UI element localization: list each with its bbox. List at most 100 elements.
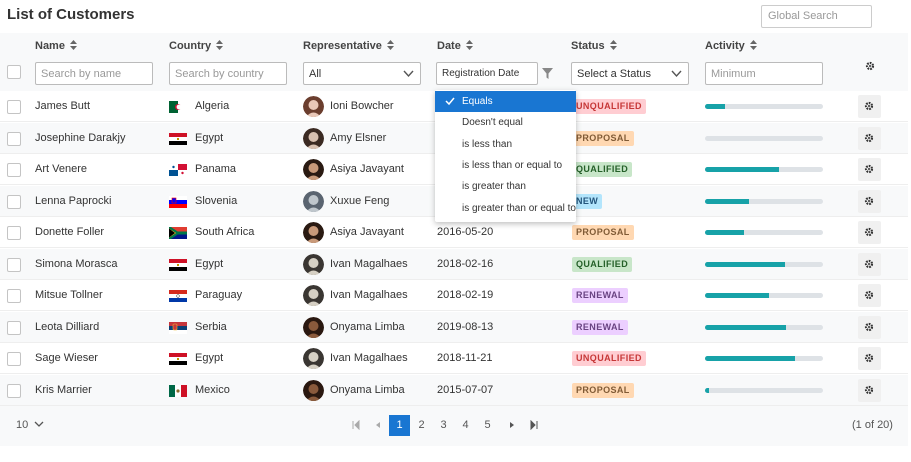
date-filter-input[interactable]: Registration Date: [436, 62, 538, 85]
row-settings-button[interactable]: [858, 378, 881, 402]
row-checkbox[interactable]: [7, 163, 21, 177]
match-mode-option[interactable]: is greater than or equal to: [435, 198, 576, 219]
name-filter-input[interactable]: Search by name: [35, 62, 153, 85]
row-settings-button[interactable]: [858, 95, 881, 118]
table-row[interactable]: Kris Marrier Mexico Onyama Limba 2015-07…: [0, 374, 908, 406]
row-settings-button[interactable]: [858, 252, 881, 276]
activity-progress-bar: [705, 230, 823, 235]
customer-country: Algeria: [195, 100, 230, 112]
gear-icon[interactable]: [865, 61, 875, 71]
page-button[interactable]: 5: [477, 415, 498, 436]
match-mode-option[interactable]: is less than: [435, 134, 576, 155]
representative-name: Amy Elsner: [330, 131, 387, 144]
row-settings-button[interactable]: [858, 284, 881, 307]
sort-icon: [465, 40, 473, 50]
row-settings-button[interactable]: [858, 221, 881, 244]
egypt-flag: [169, 132, 187, 145]
representative-avatar: [303, 159, 324, 180]
page-button[interactable]: 4: [455, 415, 476, 436]
column-header-status[interactable]: Status: [571, 40, 618, 52]
filter-icon[interactable]: [542, 68, 553, 79]
customer-country: Panama: [195, 163, 236, 175]
row-checkbox[interactable]: [7, 320, 21, 335]
representative-avatar: [303, 285, 324, 306]
activity-progress-bar: [705, 356, 823, 361]
status-badge: UNQUALIFIED: [572, 351, 646, 366]
column-header-country[interactable]: Country: [169, 40, 224, 52]
sort-icon: [749, 40, 757, 50]
match-mode-option[interactable]: Equals: [435, 91, 576, 112]
row-checkbox[interactable]: [7, 289, 21, 303]
first-page-icon[interactable]: [351, 420, 361, 430]
activity-progress-bar: [705, 293, 823, 298]
rows-per-page-dropdown[interactable]: 10: [16, 419, 44, 431]
egypt-flag: [169, 258, 187, 271]
row-settings-button[interactable]: [858, 347, 881, 370]
table-row[interactable]: Simona Morasca Egypt Ivan Magalhaes 2018…: [0, 248, 908, 280]
column-header-date[interactable]: Date: [437, 40, 474, 52]
customer-date: 2018-02-19: [437, 289, 494, 301]
activity-progress-fill: [705, 104, 726, 109]
prev-page-icon[interactable]: [373, 420, 383, 430]
customer-date: 2019-08-13: [437, 320, 494, 333]
rows-per-page-value: 10: [16, 419, 29, 431]
match-mode-option[interactable]: is less than or equal to: [435, 155, 576, 176]
column-header-activity[interactable]: Activity: [705, 40, 758, 52]
row-checkbox[interactable]: [7, 257, 21, 272]
customer-country: South Africa: [195, 226, 255, 238]
table-row[interactable]: Sage Wieser Egypt Ivan Magalhaes 2018-11…: [0, 343, 908, 374]
customer-date: 2018-02-16: [437, 257, 494, 270]
representative-name: Ivan Magalhaes: [330, 352, 408, 364]
page-button[interactable]: 2: [411, 415, 432, 436]
representative-avatar: [303, 190, 324, 212]
page-button[interactable]: 3: [433, 415, 454, 436]
row-checkbox[interactable]: [7, 226, 21, 240]
match-mode-option[interactable]: Doesn't equal: [435, 112, 576, 133]
table-row[interactable]: Mitsue Tollner Paraguay Ivan Magalhaes 2…: [0, 280, 908, 311]
representative-name: Xuxue Feng: [330, 194, 390, 207]
representative-filter-select[interactable]: All: [303, 62, 421, 85]
row-settings-button[interactable]: [858, 158, 881, 181]
row-settings-button[interactable]: [858, 189, 881, 213]
column-header-name[interactable]: Name: [35, 40, 78, 52]
match-mode-option[interactable]: is greater than: [435, 176, 576, 197]
last-page-icon[interactable]: [529, 420, 539, 430]
date-match-mode-menu: Equals Doesn't equal is less than is less t…: [435, 90, 576, 222]
table-row[interactable]: Leota Dilliard Serbia Onyama Limba 2019-…: [0, 311, 908, 343]
customer-country: Paraguay: [195, 289, 243, 301]
status-badge: RENEWAL: [572, 319, 628, 335]
customer-country: Egypt: [195, 131, 224, 144]
status-filter-value: Select a Status: [577, 68, 651, 80]
row-checkbox[interactable]: [7, 194, 21, 209]
row-checkbox[interactable]: [7, 100, 21, 114]
check-icon: [445, 97, 455, 106]
status-filter-select[interactable]: Select a Status: [571, 62, 689, 85]
gear-icon: [864, 353, 874, 363]
activity-progress-bar: [705, 104, 823, 109]
mexico-flag: [169, 384, 187, 397]
sort-icon: [386, 40, 394, 50]
row-checkbox[interactable]: [7, 131, 21, 146]
next-page-icon[interactable]: [507, 420, 517, 430]
representative-avatar: [303, 96, 324, 117]
row-checkbox[interactable]: [7, 383, 21, 398]
row-checkbox[interactable]: [7, 352, 21, 366]
match-mode-option-label: Equals: [462, 96, 493, 107]
customer-name: Art Venere: [35, 163, 87, 175]
column-header-representative[interactable]: Representative: [303, 40, 395, 52]
row-settings-button[interactable]: [858, 126, 881, 150]
gear-icon: [864, 196, 874, 205]
row-settings-button[interactable]: [858, 315, 881, 339]
activity-filter-input[interactable]: Minimum: [705, 62, 823, 85]
select-all-checkbox[interactable]: [7, 65, 21, 79]
page-button[interactable]: 1: [389, 415, 410, 436]
customer-name: Josephine Darakjy: [35, 131, 126, 144]
column-header-label: Name: [35, 40, 65, 52]
gear-icon: [864, 322, 874, 331]
match-mode-option-label: Doesn't equal: [462, 117, 523, 129]
activity-progress-fill: [705, 324, 787, 330]
sort-icon: [216, 40, 224, 50]
customer-name: James Butt: [35, 100, 91, 112]
global-search-input[interactable]: Global Search: [761, 5, 872, 28]
country-filter-input[interactable]: Search by country: [169, 62, 287, 85]
